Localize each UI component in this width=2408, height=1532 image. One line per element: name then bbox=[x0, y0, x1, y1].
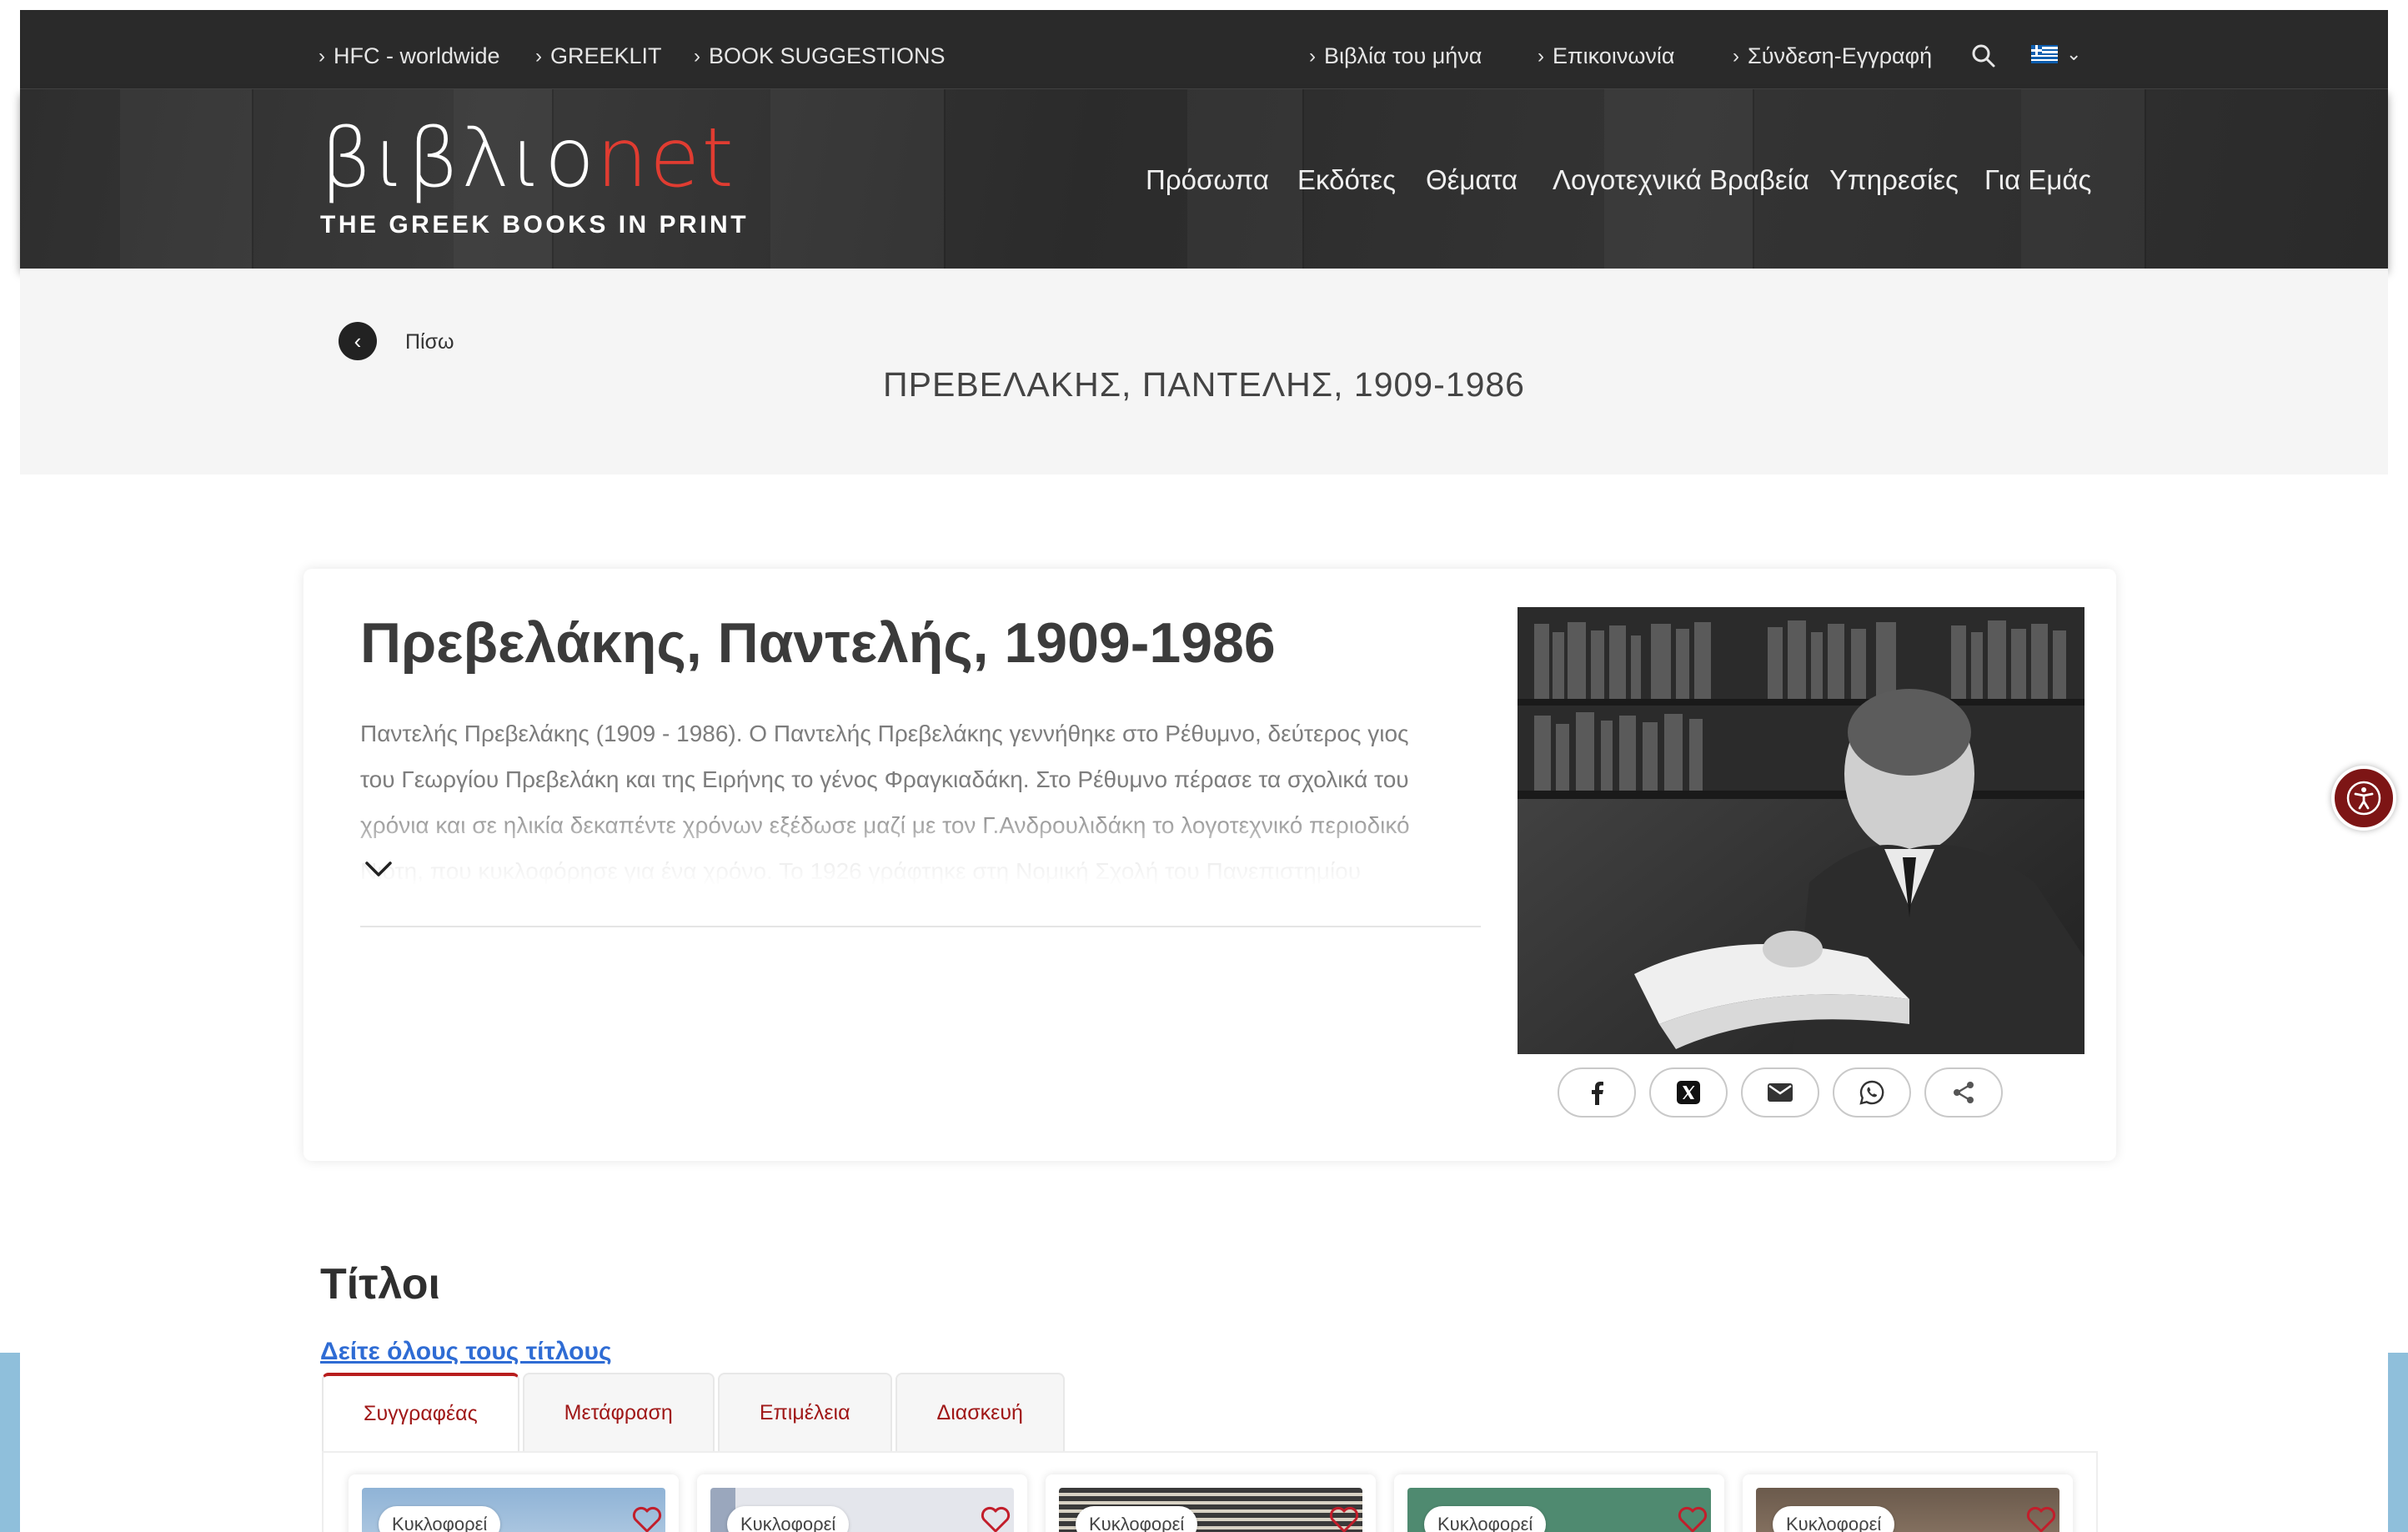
right-edge-strip bbox=[2388, 1353, 2408, 1532]
chevron-right-icon: › bbox=[694, 44, 700, 68]
person-card: Πρεβελάκης, Παντελής, 1909-1986 Παντελής… bbox=[304, 569, 2116, 1161]
accessibility-button[interactable] bbox=[2331, 766, 2396, 831]
availability-badge: Κυκλοφορεί bbox=[379, 1506, 501, 1532]
share-whatsapp-button[interactable] bbox=[1833, 1067, 1911, 1118]
share-buttons bbox=[1558, 1067, 2003, 1118]
logo-greek-text: βιβλιο bbox=[320, 111, 596, 206]
divider bbox=[360, 926, 1481, 927]
search-icon[interactable] bbox=[1968, 40, 2001, 73]
email-icon bbox=[1768, 1083, 1793, 1102]
topbar-link-hfc[interactable]: › HFC - worldwide bbox=[319, 43, 500, 69]
heart-icon[interactable] bbox=[979, 1503, 1012, 1532]
titles-tabs: Συγγραφέας Μετάφραση Επιμέλεια Διασκευή bbox=[322, 1373, 1065, 1451]
logo-tagline: THE GREEK BOOKS IN PRINT bbox=[320, 211, 750, 239]
share-facebook-button[interactable] bbox=[1558, 1067, 1636, 1118]
person-photo bbox=[1518, 607, 2084, 1054]
nav-persons[interactable]: Πρόσωπα bbox=[1146, 164, 1269, 196]
availability-badge: Κυκλοφορεί bbox=[727, 1506, 850, 1532]
tab-editing[interactable]: Επιμέλεια bbox=[717, 1373, 892, 1451]
nav-about-us[interactable]: Για Εμάς bbox=[1984, 164, 2091, 196]
expand-bio-icon[interactable] bbox=[362, 852, 395, 886]
topbar-link-book-suggestions[interactable]: › BOOK SUGGESTIONS bbox=[694, 43, 946, 69]
availability-badge: Κυκλοφορεί bbox=[1076, 1506, 1198, 1532]
share-icon bbox=[1954, 1082, 1974, 1103]
person-name: Πρεβελάκης, Παντελής, 1909-1986 bbox=[360, 611, 1276, 675]
chevron-right-icon: › bbox=[1733, 44, 1739, 68]
tab-adaptation[interactable]: Διασκευή bbox=[895, 1373, 1065, 1451]
chevron-right-icon: › bbox=[535, 44, 542, 68]
availability-badge: Κυκλοφορεί bbox=[1773, 1506, 1895, 1532]
tab-author[interactable]: Συγγραφέας bbox=[322, 1373, 519, 1451]
whatsapp-icon bbox=[1859, 1080, 1884, 1105]
book-card[interactable]: Κυκλοφορεί bbox=[1394, 1474, 1724, 1532]
topbar-link-login-register[interactable]: › Σύνδεση-Εγγραφή bbox=[1733, 43, 1932, 69]
book-card[interactable]: Κυκλοφορεί bbox=[1046, 1474, 1376, 1532]
nav-publishers[interactable]: Εκδότες bbox=[1297, 164, 1396, 196]
x-icon bbox=[1677, 1081, 1700, 1104]
nav-services[interactable]: Υπηρεσίες bbox=[1829, 164, 1959, 196]
facebook-icon bbox=[1592, 1082, 1603, 1105]
topbar-link-books-of-month[interactable]: › Βιβλία του μήνα bbox=[1309, 43, 1482, 69]
see-all-titles-link[interactable]: Δείτε όλους τους τίτλους bbox=[320, 1338, 612, 1366]
heart-icon[interactable] bbox=[2024, 1503, 2058, 1532]
titles-heading: Τίτλοι bbox=[320, 1260, 440, 1308]
chevron-right-icon: › bbox=[1309, 44, 1316, 68]
heart-icon[interactable] bbox=[1327, 1503, 1361, 1532]
page-title: ΠΡΕΒΕΛΑΚΗΣ, ΠΑΝΤΕΛΗΣ, 1909-1986 bbox=[883, 365, 1525, 404]
logo-net-text: net bbox=[595, 111, 735, 206]
availability-badge: Κυκλοφορεί bbox=[1424, 1506, 1547, 1532]
person-bio: Παντελής Πρεβελάκης (1909 - 1986). Ο Παν… bbox=[360, 721, 1410, 884]
book-card[interactable]: Κυκλοφορεί bbox=[1743, 1474, 2073, 1532]
back-button[interactable]: ‹ bbox=[339, 322, 377, 360]
back-label[interactable]: Πίσω bbox=[405, 330, 454, 354]
book-card[interactable]: Κυκλοφορεί bbox=[349, 1474, 679, 1532]
heart-icon[interactable] bbox=[630, 1503, 664, 1532]
site-header: βιβλιοnet THE GREEK BOOKS IN PRINT Πρόσω… bbox=[20, 89, 2388, 269]
chevron-left-icon: ‹ bbox=[354, 328, 362, 354]
topbar-link-contact[interactable]: › Επικοινωνία bbox=[1538, 43, 1675, 69]
chevron-right-icon: › bbox=[319, 44, 325, 68]
nav-literary-awards[interactable]: Λογοτεχνικά Βραβεία bbox=[1553, 164, 1809, 196]
heart-icon[interactable] bbox=[1676, 1503, 1709, 1532]
share-x-button[interactable] bbox=[1649, 1067, 1728, 1118]
site-logo[interactable]: βιβλιοnet THE GREEK BOOKS IN PRINT bbox=[320, 113, 754, 246]
nav-subjects[interactable]: Θέματα bbox=[1426, 164, 1518, 196]
share-more-button[interactable] bbox=[1924, 1067, 2003, 1118]
share-email-button[interactable] bbox=[1741, 1067, 1819, 1118]
top-bar: › HFC - worldwide › GREEKLIT › BOOK SUGGEST… bbox=[20, 10, 2388, 89]
left-edge-strip bbox=[0, 1353, 20, 1532]
left-edge bbox=[0, 0, 20, 1532]
topbar-link-greeklit[interactable]: › GREEKLIT bbox=[535, 43, 662, 69]
tab-translation[interactable]: Μετάφραση bbox=[522, 1373, 715, 1451]
greek-flag-icon[interactable] bbox=[2031, 45, 2058, 63]
book-card[interactable]: Κυκλοφορεί bbox=[697, 1474, 1027, 1532]
chevron-right-icon: › bbox=[1538, 44, 1544, 68]
accessibility-icon bbox=[2346, 781, 2381, 816]
page-title-band: ‹ Πίσω ΠΡΕΒΕΛΑΚΗΣ, ΠΑΝΤΕΛΗΣ, 1909-1986 bbox=[20, 269, 2388, 475]
chevron-down-icon[interactable]: ⌄ bbox=[2066, 43, 2081, 65]
